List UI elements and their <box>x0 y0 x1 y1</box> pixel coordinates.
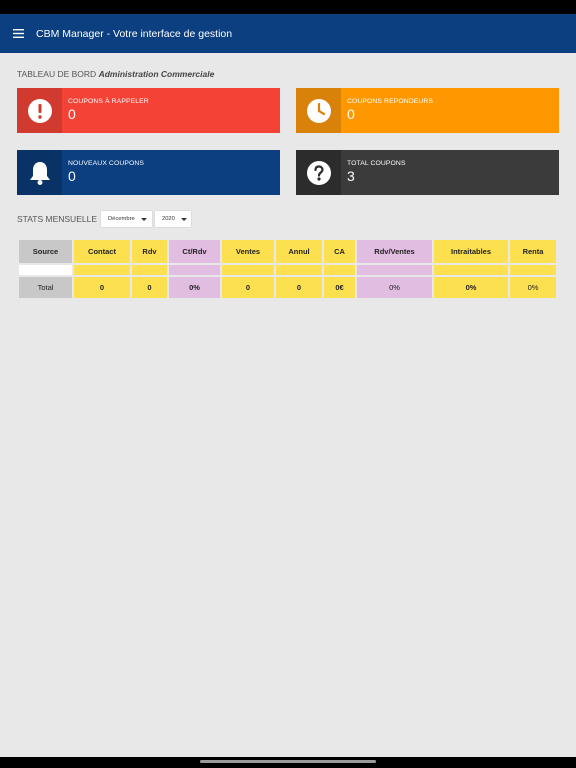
table-cell <box>222 265 274 275</box>
table-header-row: Source Contact Rdv Ct/Rdv Ventes Annul C… <box>19 240 556 263</box>
card-value: 0 <box>68 106 76 122</box>
home-indicator[interactable] <box>200 760 376 763</box>
table-cell <box>74 265 130 275</box>
year-select-value: 2020 <box>161 216 175 222</box>
total-cell: 0 <box>222 277 274 298</box>
year-select[interactable]: 2020 <box>154 211 191 227</box>
dashboard-heading-bold: Administration Commerciale <box>98 69 215 79</box>
table-cell <box>19 265 72 275</box>
card-label: COUPONS REPONDEURS <box>347 98 434 105</box>
question-icon <box>306 160 331 185</box>
system-nav-bar <box>0 757 576 768</box>
status-bar <box>0 0 576 14</box>
card-value: 3 <box>347 168 355 184</box>
bell-icon <box>29 161 50 185</box>
header-cell: Renta <box>510 240 556 263</box>
stats-table: Source Contact Rdv Ct/Rdv Ventes Annul C… <box>17 238 558 300</box>
app-title: CBM Manager - Votre interface de gestion <box>36 27 233 40</box>
table-cell <box>357 265 432 275</box>
card-value: 0 <box>347 106 355 122</box>
total-cell: Total <box>19 277 72 298</box>
header-cell: Contact <box>74 240 130 263</box>
card-coupons-rappeler[interactable]: COUPONS À RAPPELER 0 <box>17 88 280 133</box>
total-cell: 0% <box>169 277 220 298</box>
card-label: NOUVEAUX COUPONS <box>68 160 145 167</box>
card-icon-box <box>17 88 62 133</box>
card-icon-box <box>17 150 62 195</box>
card-icon-box <box>296 88 341 133</box>
stats-label: STATS MENSUELLE <box>17 214 97 224</box>
card-label: COUPONS À RAPPELER <box>68 98 149 105</box>
total-cell: 0% <box>510 277 556 298</box>
dashboard-heading-prefix: TABLEAU DE BORD <box>17 69 97 79</box>
card-value: 0 <box>68 168 76 184</box>
header-cell: Annul <box>276 240 322 263</box>
table-cell <box>276 265 322 275</box>
table-cell <box>324 265 355 275</box>
card-coupons-repondeurs[interactable]: COUPONS REPONDEURS 0 <box>296 88 559 133</box>
month-select-value: Décembre <box>107 216 135 222</box>
header-cell: Rdv <box>132 240 167 263</box>
total-cell: 0% <box>357 277 432 298</box>
card-total-coupons[interactable]: TOTAL COUPONS 3 <box>296 150 559 195</box>
table-cell <box>510 265 556 275</box>
total-cell: 0€ <box>324 277 355 298</box>
table-cell <box>434 265 508 275</box>
exclamation-icon <box>27 98 52 123</box>
month-select[interactable]: Décembre <box>100 211 152 227</box>
header-cell: Ventes <box>222 240 274 263</box>
total-cell: 0 <box>74 277 130 298</box>
card-label: TOTAL COUPONS <box>347 160 406 167</box>
dashboard-heading: TABLEAU DE BORD Administration Commercia… <box>17 69 214 79</box>
table-cell <box>132 265 167 275</box>
header-cell: Source <box>19 240 72 263</box>
header-cell: Rdv/Ventes <box>357 240 432 263</box>
header-cell: Ct/Rdv <box>169 240 220 263</box>
header-cell: CA <box>324 240 355 263</box>
total-cell: 0 <box>276 277 322 298</box>
card-icon-box <box>296 150 341 195</box>
card-nouveaux-coupons[interactable]: NOUVEAUX COUPONS 0 <box>17 150 280 195</box>
stats-controls: STATS MENSUELLE Décembre 2020 <box>17 211 194 227</box>
table-cell <box>169 265 220 275</box>
chevron-down-icon <box>140 217 147 221</box>
hamburger-icon <box>12 29 24 38</box>
total-row: Total 0 0 0% 0 0 0€ 0% 0% 0% <box>19 277 556 298</box>
table-row <box>19 265 556 275</box>
header-cell: Intraitables <box>434 240 508 263</box>
menu-button[interactable] <box>0 14 36 53</box>
total-cell: 0 <box>132 277 167 298</box>
clock-icon <box>306 98 331 123</box>
app-bar: CBM Manager - Votre interface de gestion <box>0 14 576 53</box>
chevron-down-icon <box>180 217 187 221</box>
total-cell: 0% <box>434 277 508 298</box>
